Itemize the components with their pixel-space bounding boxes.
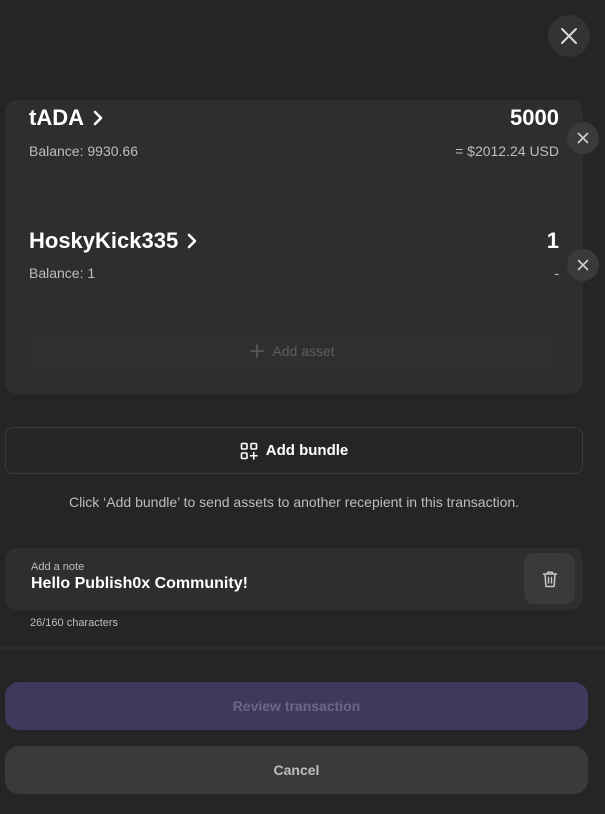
add-asset-label: Add asset bbox=[272, 343, 335, 359]
add-bundle-label: Add bundle bbox=[265, 442, 349, 459]
asset-name-tada[interactable]: tADA bbox=[29, 105, 104, 131]
note-input[interactable]: Hello Publish0x Community! bbox=[31, 575, 501, 593]
asset-balance: Balance: 1 bbox=[29, 265, 96, 281]
send-transaction-panel: tADA 5000 Balance: 9930.66 = $2012.24 US… bbox=[0, 0, 605, 814]
remove-asset-button[interactable] bbox=[567, 249, 599, 281]
asset-balance: Balance: 9930.66 bbox=[29, 143, 138, 159]
add-bundle-icon bbox=[240, 442, 258, 460]
asset-amount: 1 bbox=[546, 228, 559, 253]
asset-fiat-value: = $2012.24 USD bbox=[455, 143, 559, 159]
trash-icon bbox=[542, 570, 557, 587]
delete-note-button[interactable] bbox=[524, 553, 575, 604]
note-char-count: 26/160 characters bbox=[30, 617, 119, 629]
bundle-hint-text: Click ‘Add bundle’ to send assets to ano… bbox=[68, 494, 520, 510]
asset-name-hoskykick335[interactable]: HoskyKick335 bbox=[29, 228, 198, 254]
asset-name-label: tADA bbox=[29, 105, 84, 130]
add-asset-button[interactable]: Add asset bbox=[30, 331, 555, 371]
remove-asset-button[interactable] bbox=[567, 122, 599, 154]
add-bundle-button[interactable]: Add bundle bbox=[5, 427, 583, 474]
close-button[interactable] bbox=[548, 15, 590, 57]
plus-icon bbox=[250, 344, 265, 358]
note-field[interactable]: Add a note Hello Publish0x Community! bbox=[5, 548, 583, 610]
close-icon bbox=[561, 28, 577, 44]
asset-amount: 5000 bbox=[510, 105, 559, 130]
chevron-right-icon bbox=[92, 110, 104, 126]
review-transaction-button[interactable]: Review transaction bbox=[5, 682, 588, 730]
cancel-button[interactable]: Cancel bbox=[5, 746, 588, 794]
note-label: Add a note bbox=[31, 561, 85, 573]
divider bbox=[0, 647, 605, 649]
asset-fiat-value: - bbox=[554, 265, 559, 281]
close-icon bbox=[577, 132, 589, 144]
asset-name-label: HoskyKick335 bbox=[29, 228, 179, 253]
chevron-right-icon bbox=[186, 233, 198, 249]
close-icon bbox=[577, 259, 589, 271]
